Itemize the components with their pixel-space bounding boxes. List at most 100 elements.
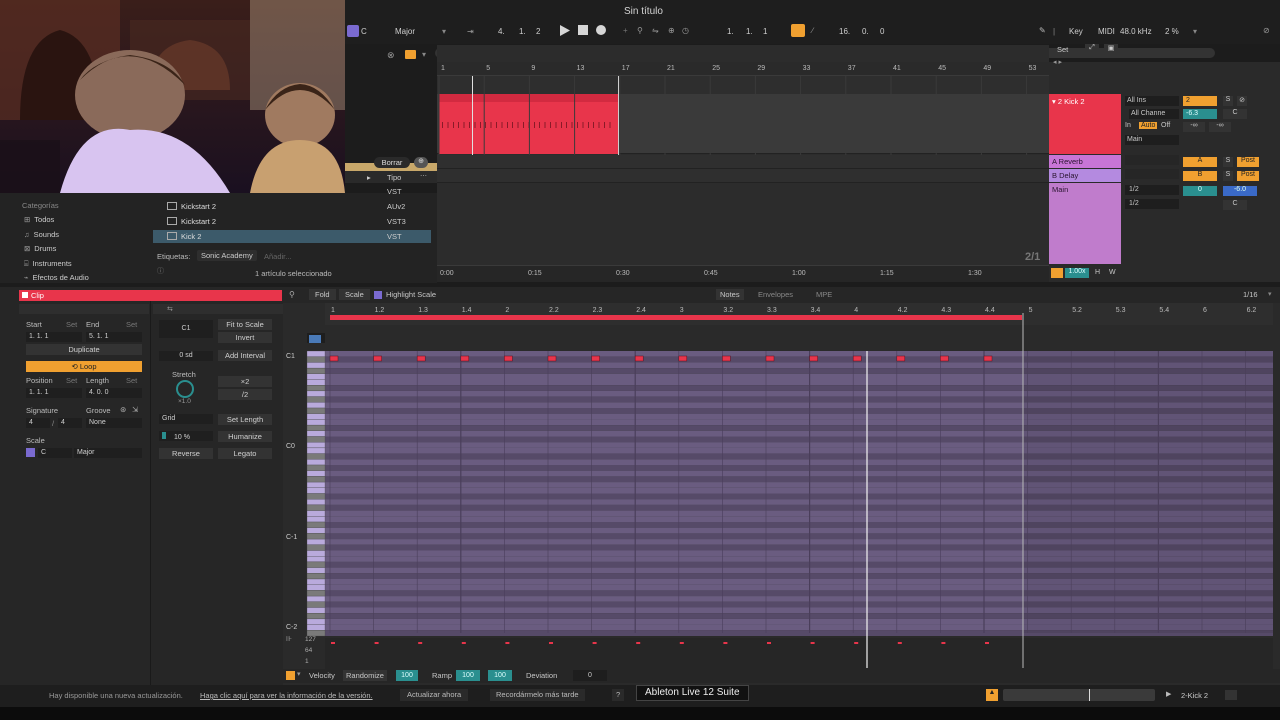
- solo-button[interactable]: S: [1223, 96, 1233, 106]
- length-set[interactable]: Set: [126, 376, 137, 385]
- velocity-marker[interactable]: [854, 642, 859, 644]
- transpose-note[interactable]: C1: [159, 320, 213, 338]
- monitor-in[interactable]: In: [1125, 122, 1131, 129]
- groove-select[interactable]: None: [86, 418, 142, 428]
- main-out-select[interactable]: 1/2: [1125, 199, 1179, 209]
- punch-icon[interactable]: ∕: [812, 26, 813, 35]
- track-header-reverb[interactable]: A Reverb: [1049, 155, 1121, 168]
- reverb-io[interactable]: [1125, 155, 1179, 165]
- deviation-value[interactable]: 0: [573, 670, 607, 681]
- tempo-follower-icon[interactable]: [1051, 268, 1063, 278]
- track-pan[interactable]: C: [1223, 109, 1247, 119]
- transform-tabs[interactable]: ⇆: [153, 304, 283, 314]
- signature-numerator[interactable]: 4: [26, 418, 50, 428]
- main-pan[interactable]: C: [1223, 200, 1247, 210]
- track-activator[interactable]: 2: [1183, 96, 1217, 106]
- midi-note[interactable]: [329, 355, 339, 362]
- humanize-button[interactable]: Humanize: [218, 431, 272, 442]
- midi-note[interactable]: [809, 355, 818, 362]
- main-cue-volume[interactable]: 0: [1183, 186, 1217, 196]
- category-drums[interactable]: ⊠ Drums: [24, 244, 56, 253]
- update-info-link[interactable]: Haga clic aquí para ver la información d…: [200, 691, 373, 700]
- time-ruler[interactable]: 0:00 0:15 0:30 0:45 1:00 1:15 1:30: [437, 265, 1049, 282]
- help-button[interactable]: ?: [612, 689, 625, 701]
- velocity-marker[interactable]: [418, 642, 423, 644]
- loop-length-bar[interactable]: 16.: [839, 27, 850, 36]
- track-name-kick[interactable]: 2 Kick 2: [1058, 97, 1085, 106]
- type-expand-icon[interactable]: ▸: [367, 173, 371, 182]
- ramp-end[interactable]: 100: [488, 670, 512, 681]
- add-interval-button[interactable]: Add Interval: [218, 350, 272, 361]
- main-volume[interactable]: -6.0: [1223, 186, 1257, 196]
- midi-note[interactable]: [460, 355, 470, 362]
- set-length-button[interactable]: Set Length: [218, 414, 272, 425]
- duplicate-button[interactable]: Duplicate: [26, 344, 142, 355]
- midi-note[interactable]: [504, 355, 513, 362]
- track-name-main[interactable]: Main: [1052, 185, 1068, 194]
- output-select[interactable]: Main: [1125, 135, 1179, 145]
- midi-note[interactable]: [373, 355, 382, 362]
- position-bar[interactable]: 4.: [498, 27, 505, 36]
- velocity-marker[interactable]: [505, 642, 510, 644]
- midi-note[interactable]: [678, 355, 688, 362]
- send-b-knob[interactable]: -∞: [1209, 122, 1231, 132]
- midi-note[interactable]: [983, 355, 993, 362]
- height-toggle[interactable]: H: [1095, 269, 1100, 276]
- track-name-delay[interactable]: B Delay: [1052, 171, 1078, 180]
- loop-start-bar[interactable]: 1.: [727, 27, 734, 36]
- velocity-marker[interactable]: [897, 642, 902, 644]
- midi-note[interactable]: [416, 355, 426, 362]
- velocity-marker[interactable]: [549, 642, 553, 644]
- midi-note[interactable]: [634, 355, 644, 362]
- velocity-toggle-icon[interactable]: [286, 671, 295, 680]
- reverb-activator[interactable]: A: [1183, 157, 1217, 167]
- velocity-marker[interactable]: [331, 642, 335, 644]
- clip-title[interactable]: Clip: [31, 291, 44, 300]
- overdub-icon[interactable]: +: [623, 26, 628, 35]
- main-lane[interactable]: [437, 183, 1049, 265]
- monitor-auto[interactable]: Auto: [1139, 122, 1158, 129]
- clip-tabs[interactable]: [19, 304, 149, 314]
- groove-commit-icon[interactable]: ⇲: [132, 405, 138, 414]
- return-lane-reverb[interactable]: [437, 155, 1049, 169]
- clip-title-bar[interactable]: Clip: [19, 290, 282, 301]
- input-channel-select[interactable]: All Channe: [1129, 109, 1179, 119]
- scale-toggle-icon[interactable]: [26, 448, 35, 457]
- start-field[interactable]: 1. 1. 1: [26, 332, 82, 342]
- track-volume[interactable]: -6.3: [1183, 109, 1217, 119]
- randomize-amount[interactable]: 100: [396, 670, 418, 681]
- cpu-overview-strip[interactable]: [1003, 689, 1155, 701]
- expand-icon[interactable]: ⤢: [1085, 44, 1099, 54]
- reverb-post[interactable]: Post: [1237, 157, 1259, 167]
- browser-item[interactable]: Kick 2 VST: [153, 230, 431, 243]
- follow-icon[interactable]: ⇥: [467, 27, 474, 36]
- tab-mpe[interactable]: MPE: [816, 290, 832, 299]
- velocity-marker[interactable]: [767, 642, 771, 644]
- randomize-button[interactable]: Randomize: [343, 670, 387, 681]
- halve-button[interactable]: /2: [218, 389, 272, 400]
- fit-to-scale-button[interactable]: Fit to Scale: [218, 319, 272, 330]
- key-map-button[interactable]: Key: [1069, 27, 1083, 36]
- grid-select[interactable]: Grid: [159, 414, 213, 424]
- reverse-button[interactable]: Reverse: [159, 448, 213, 459]
- double-button[interactable]: ×2: [218, 376, 272, 387]
- info-icon[interactable]: ⓘ: [157, 266, 164, 276]
- column-menu-icon[interactable]: ⋯: [420, 172, 427, 180]
- velocity-marker[interactable]: [810, 642, 815, 644]
- key-select[interactable]: C: [361, 27, 367, 36]
- return-lane-delay[interactable]: [437, 169, 1049, 183]
- midi-map-button[interactable]: MIDI: [1098, 27, 1115, 36]
- midi-note[interactable]: [896, 355, 906, 362]
- velocity-marker[interactable]: [679, 642, 684, 644]
- grid-value[interactable]: 1/16: [1243, 290, 1258, 299]
- midi-note[interactable]: [547, 355, 557, 362]
- legato-button[interactable]: Legato: [218, 448, 272, 459]
- set-button[interactable]: Set: [1057, 45, 1068, 54]
- browser-toggle-icon[interactable]: [405, 50, 416, 59]
- track-header-main[interactable]: Main: [1049, 183, 1121, 264]
- start-set[interactable]: Set: [66, 320, 77, 329]
- lock-icon[interactable]: ▣: [1104, 44, 1118, 54]
- capture-icon[interactable]: ⇋: [652, 26, 659, 35]
- scale-dropdown-icon[interactable]: ▾: [442, 27, 446, 36]
- category-instruments[interactable]: ⌸ Instruments: [24, 259, 72, 269]
